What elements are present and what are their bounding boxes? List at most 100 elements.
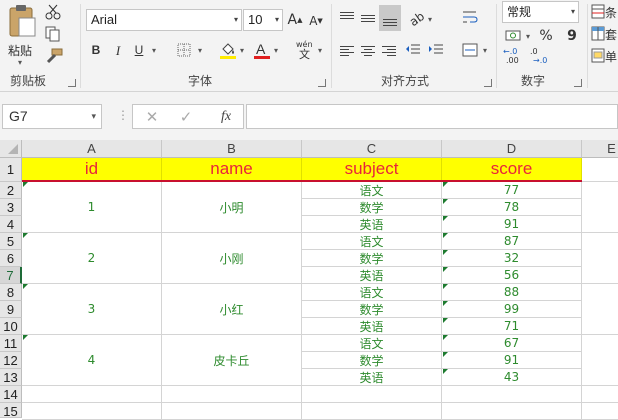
borders-dropdown-icon[interactable]: ▾ <box>198 47 202 55</box>
empty-cell[interactable] <box>582 158 618 182</box>
subject-cell[interactable]: 数学 <box>302 250 442 267</box>
decrease-indent-icon[interactable] <box>405 43 421 57</box>
cell-styles-button[interactable]: 单 <box>591 46 618 66</box>
empty-cell[interactable] <box>302 403 442 420</box>
font-dialog-launcher[interactable] <box>318 79 326 87</box>
conditional-format-button[interactable]: 条 <box>591 2 618 22</box>
empty-cell[interactable] <box>442 386 582 403</box>
column-header-c[interactable]: C <box>302 140 442 158</box>
error-indicator-icon[interactable] <box>443 199 448 204</box>
row-header[interactable]: 1 <box>0 158 22 182</box>
empty-cell[interactable] <box>302 386 442 403</box>
empty-cell[interactable] <box>582 335 618 386</box>
fill-color-icon[interactable] <box>219 41 237 59</box>
subject-cell[interactable]: 数学 <box>302 199 442 216</box>
decrease-decimal-button[interactable]: .0 →.0 <box>530 48 552 66</box>
orientation-dropdown-icon[interactable]: ▾ <box>428 16 432 24</box>
error-indicator-icon[interactable] <box>23 182 28 187</box>
error-indicator-icon[interactable] <box>443 335 448 340</box>
score-cell[interactable]: 87 <box>442 233 582 250</box>
fill-color-dropdown-icon[interactable]: ▾ <box>240 47 244 55</box>
empty-cell[interactable] <box>582 403 618 420</box>
select-all-corner[interactable] <box>0 140 22 158</box>
subject-cell[interactable]: 语文 <box>302 182 442 199</box>
borders-icon[interactable] <box>177 43 191 57</box>
row-header[interactable]: 2 <box>0 182 22 199</box>
score-cell[interactable]: 43 <box>442 369 582 386</box>
increase-indent-icon[interactable] <box>428 43 444 57</box>
middle-align-icon[interactable] <box>361 13 375 24</box>
row-header[interactable]: 6 <box>0 250 22 267</box>
empty-cell[interactable] <box>582 182 618 233</box>
enter-formula-icon[interactable]: ✓ <box>177 108 195 126</box>
paste-button[interactable]: 粘贴 ▾ <box>4 4 40 67</box>
row-header[interactable]: 8 <box>0 284 22 301</box>
empty-cell[interactable] <box>162 403 302 420</box>
row-header[interactable]: 10 <box>0 318 22 335</box>
error-indicator-icon[interactable] <box>23 233 28 238</box>
cancel-formula-icon[interactable]: ✕ <box>143 108 161 126</box>
header-cell-subject[interactable]: subject <box>302 158 442 180</box>
error-indicator-icon[interactable] <box>443 250 448 255</box>
formula-input[interactable] <box>246 104 618 129</box>
bold-button[interactable]: B <box>88 41 104 59</box>
accounting-format-icon[interactable] <box>505 27 523 43</box>
format-painter-icon[interactable] <box>45 48 63 64</box>
row-header[interactable]: 15 <box>0 403 22 419</box>
top-align-icon[interactable] <box>340 10 354 21</box>
error-indicator-icon[interactable] <box>23 335 28 340</box>
increase-font-size-button[interactable]: A ▲ <box>287 10 303 30</box>
row-header[interactable]: 5 <box>0 233 22 250</box>
error-indicator-icon[interactable] <box>443 182 448 187</box>
name-box[interactable]: G7 ▾ <box>2 104 102 129</box>
subject-cell[interactable]: 英语 <box>302 216 442 233</box>
subject-cell[interactable]: 数学 <box>302 352 442 369</box>
id-cell[interactable]: 1 <box>22 182 162 233</box>
decrease-font-size-button[interactable]: A ▼ <box>308 12 324 30</box>
row-header[interactable]: 11 <box>0 335 22 352</box>
underline-button[interactable]: U <box>132 41 146 59</box>
name-cell[interactable]: 小红 <box>162 284 302 335</box>
subject-cell[interactable]: 数学 <box>302 301 442 318</box>
score-cell[interactable]: 32 <box>442 250 582 267</box>
subject-cell[interactable]: 语文 <box>302 284 442 301</box>
font-name-combo[interactable]: Arial ▾ <box>86 9 242 31</box>
wrap-text-icon[interactable] <box>462 10 478 24</box>
merge-center-icon[interactable] <box>462 43 478 57</box>
row-header[interactable]: 9 <box>0 301 22 318</box>
empty-cell[interactable] <box>22 386 162 403</box>
worksheet-grid[interactable]: A B C D E 1 2 3 4 5 6 7 8 9 10 11 12 13 … <box>0 140 618 420</box>
error-indicator-icon[interactable] <box>443 267 448 272</box>
accounting-dropdown-icon[interactable]: ▾ <box>526 33 530 41</box>
error-indicator-icon[interactable] <box>23 284 28 289</box>
score-cell[interactable]: 78 <box>442 199 582 216</box>
error-indicator-icon[interactable] <box>443 216 448 221</box>
empty-cell[interactable] <box>162 386 302 403</box>
empty-cell[interactable] <box>22 403 162 420</box>
score-cell[interactable]: 91 <box>442 216 582 233</box>
column-header-b[interactable]: B <box>162 140 302 158</box>
score-cell[interactable]: 77 <box>442 182 582 199</box>
error-indicator-icon[interactable] <box>443 233 448 238</box>
row-header[interactable]: 12 <box>0 352 22 369</box>
font-size-combo[interactable]: 10 ▾ <box>243 9 283 31</box>
subject-cell[interactable]: 语文 <box>302 335 442 352</box>
score-cell[interactable]: 88 <box>442 284 582 301</box>
row-header[interactable]: 3 <box>0 199 22 216</box>
font-color-button[interactable]: A <box>254 41 270 59</box>
align-center-icon[interactable] <box>361 44 375 58</box>
subject-cell[interactable]: 英语 <box>302 369 442 386</box>
name-cell[interactable]: 小刚 <box>162 233 302 284</box>
phonetic-dropdown-icon[interactable]: ▾ <box>318 47 322 55</box>
cut-icon[interactable] <box>45 4 61 20</box>
format-as-table-button[interactable]: 套 <box>591 24 618 44</box>
name-cell[interactable]: 小明 <box>162 182 302 233</box>
row-header[interactable]: 4 <box>0 216 22 233</box>
align-left-icon[interactable] <box>340 44 354 58</box>
orientation-icon[interactable]: ab <box>404 6 429 31</box>
score-cell[interactable]: 91 <box>442 352 582 369</box>
number-format-combo[interactable]: 常规 ▾ <box>502 1 579 23</box>
score-cell[interactable]: 99 <box>442 301 582 318</box>
phonetic-guide-button[interactable]: wén 文 <box>296 40 316 62</box>
error-indicator-icon[interactable] <box>443 318 448 323</box>
